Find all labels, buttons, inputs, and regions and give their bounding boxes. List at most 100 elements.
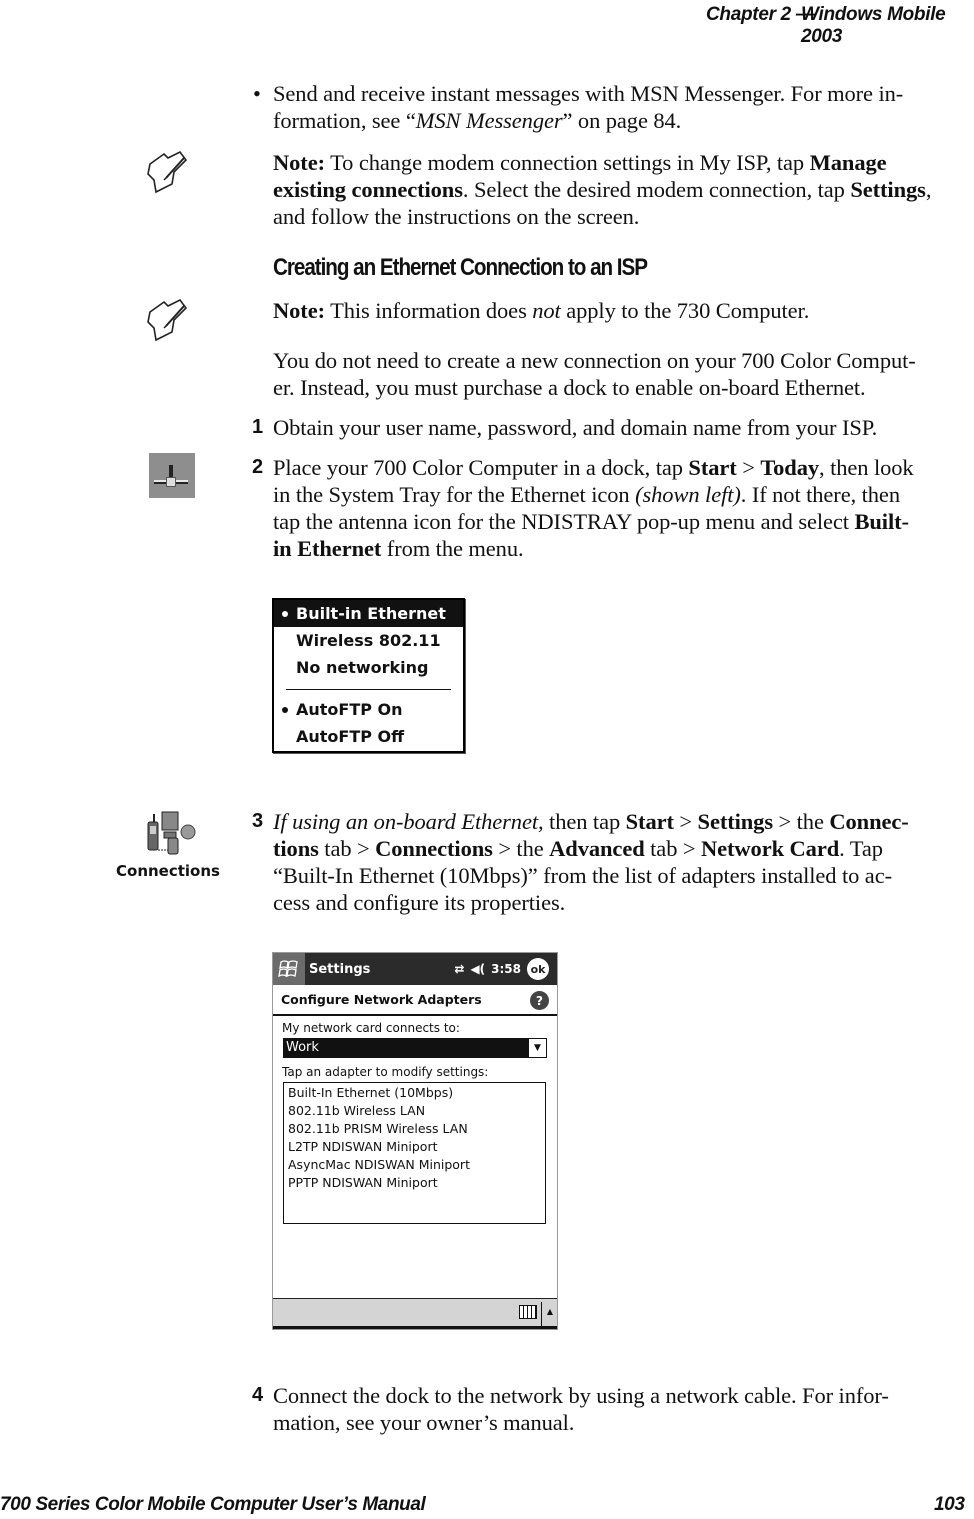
chevron-up-icon[interactable]: ▲ (547, 1307, 553, 1316)
step-4-text: Connect the dock to the network by using… (273, 1382, 973, 1436)
footer-manual-title: 700 Series Color Mobile Computer User’s … (0, 1494, 426, 1515)
list-item[interactable]: 802.11b PRISM Wireless LAN (288, 1120, 541, 1138)
connections-icon (147, 811, 196, 855)
text: from the menu. (381, 536, 524, 561)
bullet-msn-messenger: Send and receive instant messages with M… (273, 80, 973, 134)
list-item[interactable]: AsyncMac NDISWAN Miniport (288, 1156, 541, 1174)
manage-link: Manage (809, 150, 887, 175)
list-item[interactable]: L2TP NDISWAN Miniport (288, 1138, 541, 1156)
note-modem-settings: Note: To change modem connection setting… (273, 149, 973, 230)
check-dot-icon (282, 611, 288, 617)
start-button[interactable] (273, 953, 305, 985)
note-line-3: and follow the instructions on the scree… (273, 204, 640, 229)
ndistray-popup-menu: Built-in Ethernet Wireless 802.11 No net… (272, 598, 465, 753)
step-number: 3 (252, 810, 264, 832)
menu-item-label: Wireless 802.11 (296, 631, 441, 650)
connections-ref: Connections (375, 836, 493, 861)
adapters-list: Built-In Ethernet (10Mbps) 802.11b Wirel… (283, 1082, 546, 1224)
step-1-text: Obtain your user name, password, and dom… (273, 415, 878, 440)
list-item[interactable]: PPTP NDISWAN Miniport (288, 1174, 541, 1192)
connections-tab-ref: Connec- (829, 809, 909, 834)
menu-item-no-networking[interactable]: No networking (274, 654, 463, 681)
menu-item-built-in-ethernet[interactable]: Built-in Ethernet (274, 600, 463, 627)
text: tap the antenna icon for the NDISTRAY po… (273, 509, 855, 534)
note-730-computer: Note: This information does not apply to… (273, 297, 809, 324)
pocketpc-settings-screen: Settings ⇄ ◀︎( 3:58 ok Configure Network… (272, 952, 558, 1330)
dropdown-value: Work (284, 1039, 528, 1057)
note-label: Note: (273, 298, 325, 323)
chevron-down-icon[interactable]: ▼ (528, 1039, 546, 1057)
settings-link: Settings (850, 177, 926, 202)
settings-ref: Settings (697, 809, 774, 834)
intro-paragraph: You do not need to create a new connecti… (273, 347, 973, 401)
ok-button[interactable]: ok (527, 958, 549, 980)
start-menu-ref: Start (688, 455, 737, 480)
note-label: Note: (273, 150, 325, 175)
text-emphasis: not (532, 298, 561, 323)
menu-separator (286, 689, 451, 690)
step-4-line-2: mation, see your owner’s manual. (273, 1410, 575, 1435)
list-item[interactable]: Built-In Ethernet (10Mbps) (288, 1084, 541, 1102)
speaker-icon[interactable]: ◀︎( (470, 962, 485, 976)
system-tray: ⇄ ◀︎( 3:58 ok (454, 953, 549, 985)
check-dot-icon (282, 707, 288, 713)
bullet-line-2: formation, see “MSN Messenger” on page 8… (273, 107, 973, 134)
text: . Tap (839, 836, 883, 861)
text: apply to the 730 Computer. (560, 298, 810, 323)
connectivity-icon[interactable]: ⇄ (454, 962, 464, 976)
intro-line-2: er. Instead, you must purchase a dock to… (273, 375, 866, 400)
running-header-title: Windows Mobile 2003 (801, 4, 946, 47)
text: > (736, 455, 761, 480)
step-number: 1 (252, 416, 264, 438)
menu-item-wireless-802-11[interactable]: Wireless 802.11 (274, 627, 463, 654)
ethernet-tray-icon (149, 453, 195, 498)
text: tab > (644, 836, 701, 861)
menu-item-autoftp-on[interactable]: AutoFTP On (274, 696, 463, 723)
link-msn-messenger[interactable]: MSN Messenger (416, 108, 563, 133)
note-pencil-icon (147, 150, 188, 194)
menu-item-autoftp-off[interactable]: AutoFTP Off (274, 723, 463, 750)
text: > the (773, 809, 830, 834)
connects-to-dropdown[interactable]: Work ▼ (283, 1038, 547, 1058)
text: > the (492, 836, 550, 861)
built-in-ethernet-ref: in Ethernet (273, 536, 382, 561)
list-item[interactable]: 802.11b Wireless LAN (288, 1102, 541, 1120)
note-line-2: existing connections. Select the desired… (273, 176, 973, 203)
text: formation, see “ (273, 108, 416, 133)
intro-line-1: You do not need to create a new connecti… (273, 348, 916, 373)
step-2-line-3: tap the antenna icon for the NDISTRAY po… (273, 508, 973, 535)
text: . Select the desired modem connection, t… (462, 177, 851, 202)
step-3-text: If using an on-board Ethernet, then tap … (273, 808, 973, 916)
keyboard-icon[interactable] (519, 1305, 537, 1319)
menu-item-label: AutoFTP Off (296, 727, 405, 746)
step-2-line-2: in the System Tray for the Ethernet icon… (273, 481, 973, 508)
title-bar: Settings ⇄ ◀︎( 3:58 ok (273, 953, 557, 985)
note-pencil-icon (147, 298, 188, 342)
page-number: 103 (934, 1494, 965, 1515)
step-3-line-3: “Built-In Ethernet (10Mbps)” from the li… (273, 863, 892, 888)
text: ” on page 84. (562, 108, 682, 133)
step-number: 2 (252, 456, 264, 478)
step-3-line-4: cess and configure its properties. (273, 890, 566, 915)
running-header-chapter: Chapter 2 — (706, 4, 815, 25)
existing-connections-link: existing connections (273, 177, 463, 202)
text: Place your 700 Color Computer in a dock,… (273, 455, 689, 480)
step-4-line-1: Connect the dock to the network by using… (273, 1383, 889, 1408)
heading-text: Configure Network Adapters (281, 992, 482, 1007)
text: > (673, 809, 698, 834)
step-number: 4 (252, 1384, 264, 1406)
bullet-symbol: • (253, 81, 261, 106)
text-emphasis: (shown left) (635, 482, 741, 507)
divider (541, 1302, 542, 1326)
advanced-tab-ref: Advanced (549, 836, 645, 861)
step-2-line-1: Place your 700 Color Computer in a dock,… (273, 454, 973, 481)
windows-flag-icon (278, 960, 298, 978)
text: This information does (324, 298, 533, 323)
clock[interactable]: 3:58 (491, 962, 521, 976)
start-ref: Start (625, 809, 674, 834)
bullet-line-1: Send and receive instant messages with M… (273, 81, 904, 106)
step-2-line-4: in Ethernet from the menu. (273, 535, 973, 562)
text: in the System Tray for the Ethernet icon (273, 482, 636, 507)
help-icon[interactable]: ? (530, 991, 549, 1010)
text: tab > (318, 836, 376, 861)
